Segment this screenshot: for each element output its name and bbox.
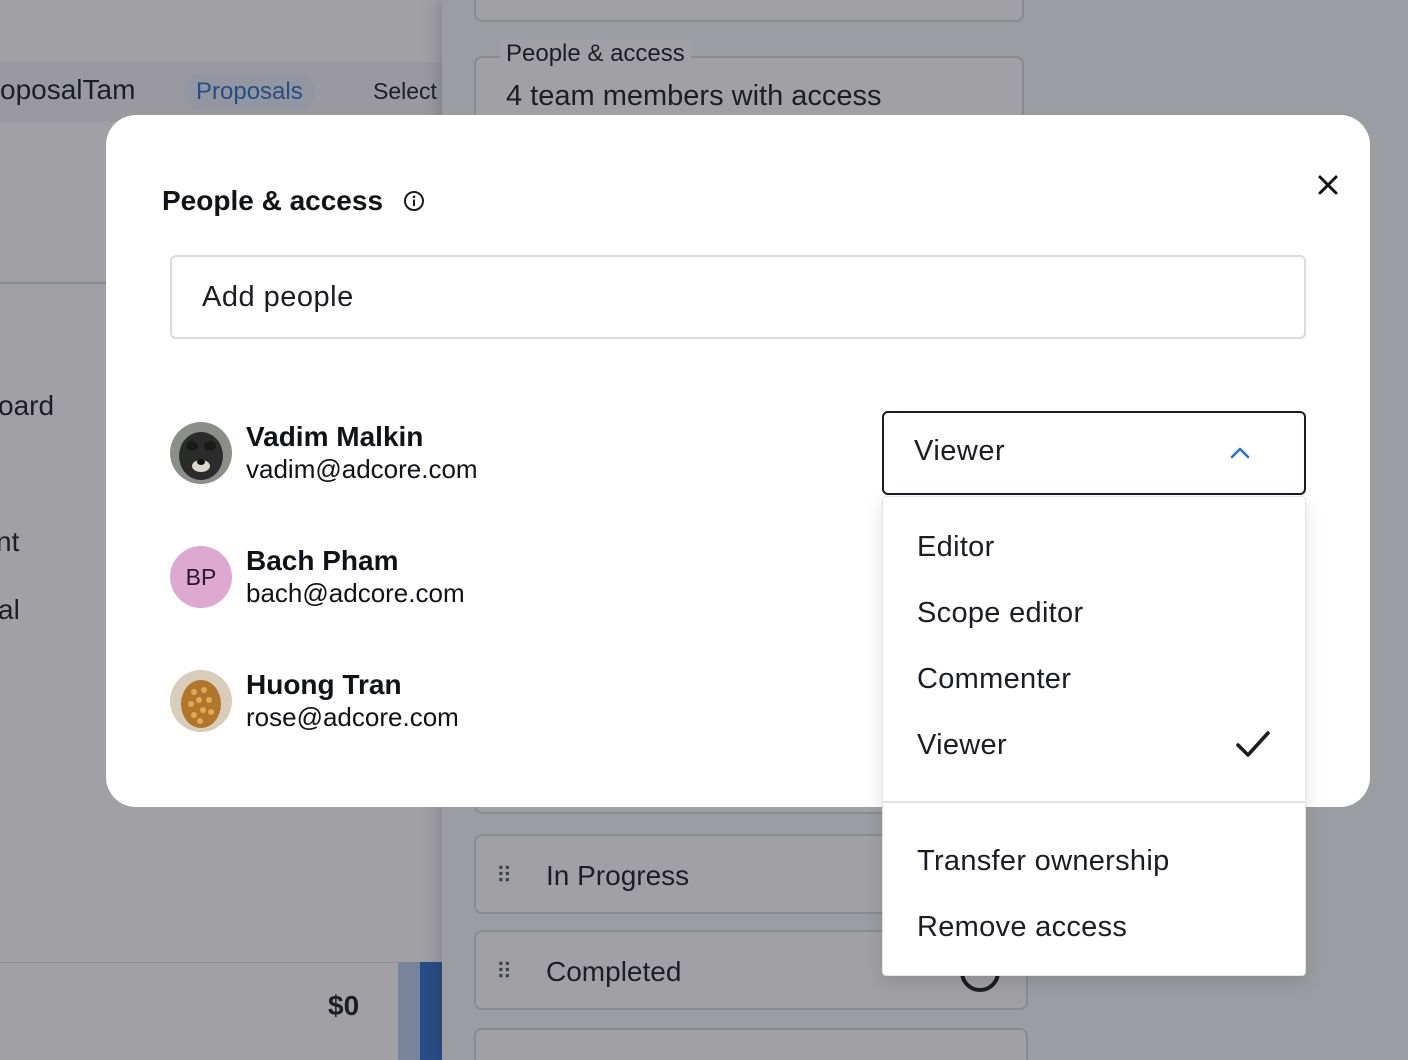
member-row: Huong Tran rose@adcore.com xyxy=(170,669,459,733)
menu-item-editor[interactable]: Editor xyxy=(883,514,1305,580)
menu-item-commenter[interactable]: Commenter xyxy=(883,646,1305,712)
member-name: Huong Tran xyxy=(246,669,402,700)
member-row: BP Bach Pham bach@adcore.com xyxy=(170,545,465,609)
member-row: Vadim Malkin vadim@adcore.com xyxy=(170,421,478,485)
dialog-header: People & access xyxy=(162,185,425,217)
member-name: Vadim Malkin xyxy=(246,421,424,452)
add-people-input[interactable] xyxy=(170,255,1306,339)
member-email: rose@adcore.com xyxy=(246,702,459,732)
role-select-value: Viewer xyxy=(914,435,1006,467)
menu-item-remove-access[interactable]: Remove access xyxy=(883,894,1305,960)
close-button[interactable] xyxy=(1312,169,1344,201)
menu-item-viewer[interactable]: Viewer xyxy=(883,712,1305,778)
menu-item-label: Viewer xyxy=(917,729,1007,761)
role-dropdown-menu: Editor Scope editor Commenter Viewer Tra… xyxy=(882,496,1306,976)
close-icon xyxy=(1318,175,1338,195)
menu-item-transfer-ownership[interactable]: Transfer ownership xyxy=(883,828,1305,894)
avatar: BP xyxy=(170,546,232,608)
dialog-title: People & access xyxy=(162,185,384,216)
menu-item-scope-editor[interactable]: Scope editor xyxy=(883,580,1305,646)
chevron-up-icon xyxy=(1230,447,1250,459)
info-icon[interactable] xyxy=(403,190,425,212)
member-name: Bach Pham xyxy=(246,545,399,576)
member-email: vadim@adcore.com xyxy=(246,454,478,484)
member-email: bach@adcore.com xyxy=(246,578,465,608)
menu-divider xyxy=(883,801,1305,803)
role-select[interactable]: Viewer xyxy=(882,411,1306,495)
avatar xyxy=(170,670,232,732)
check-icon xyxy=(1236,731,1270,757)
avatar xyxy=(170,422,232,484)
